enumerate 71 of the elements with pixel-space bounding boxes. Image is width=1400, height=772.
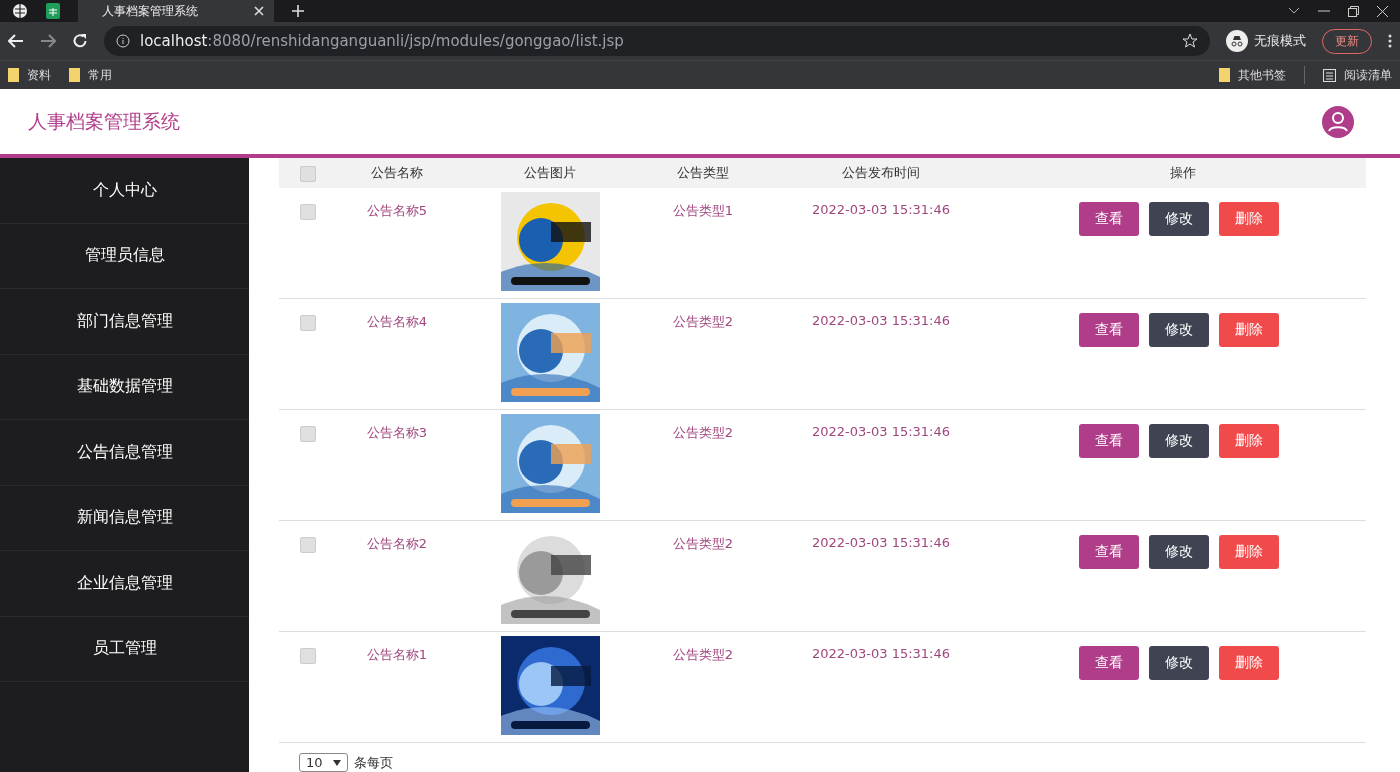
incognito-button[interactable]: 无痕模式 [1226, 30, 1306, 52]
table-cell: 公告名称1 [366, 646, 428, 664]
checkbox[interactable] [300, 166, 316, 182]
table-cell: 公告名称4 [366, 313, 428, 331]
table-cell: 公告类型1 [672, 202, 734, 220]
close-icon[interactable] [1377, 5, 1388, 17]
action-button[interactable]: 查看 [1079, 313, 1139, 347]
action-button[interactable]: 修改 [1149, 535, 1209, 569]
sheet-icon[interactable] [46, 3, 60, 19]
bookmark[interactable]: 常用 [69, 66, 112, 84]
folder-icon [1219, 68, 1230, 82]
table-cell: 公告类型2 [672, 535, 734, 553]
column-header: 公告发布时间 [842, 164, 920, 182]
table-cell: 2022-03-03 15:31:46 [811, 646, 951, 661]
plus-icon[interactable] [292, 5, 304, 17]
checkbox[interactable] [300, 426, 316, 442]
table-cell: 公告类型2 [672, 646, 734, 664]
forward-icon[interactable] [40, 34, 56, 48]
folder-icon [69, 68, 80, 82]
browser-tab[interactable]: 人事档案管理系统 [78, 0, 274, 22]
action-button[interactable]: 修改 [1149, 202, 1209, 236]
column-header: 公告类型 [677, 164, 729, 182]
info-icon [116, 34, 130, 48]
reload-icon[interactable] [72, 33, 88, 49]
app-title: 人事档案管理系统 [28, 108, 180, 134]
action-button[interactable]: 修改 [1149, 424, 1209, 458]
bookmark[interactable]: 资料 [8, 66, 51, 84]
column-header: 公告图片 [524, 164, 576, 182]
action-button[interactable]: 修改 [1149, 313, 1209, 347]
back-icon[interactable] [8, 34, 24, 48]
table-cell: 公告名称2 [366, 535, 428, 553]
chevron-icon[interactable] [1288, 7, 1300, 15]
caret-icon [332, 759, 341, 766]
table-cell: 2022-03-03 15:31:46 [811, 313, 951, 328]
action-button[interactable]: 删除 [1219, 424, 1279, 458]
action-button[interactable]: 查看 [1079, 202, 1139, 236]
avatar-icon[interactable] [1322, 105, 1354, 138]
restore-icon[interactable] [1348, 5, 1359, 17]
table-cell: 公告名称5 [366, 202, 428, 220]
checkbox[interactable] [300, 648, 316, 664]
list-icon [1323, 68, 1336, 82]
table-cell: 公告类型2 [672, 424, 734, 442]
checkbox[interactable] [300, 204, 316, 220]
action-button[interactable]: 查看 [1079, 646, 1139, 680]
table-cell: 2022-03-03 15:31:46 [811, 535, 951, 550]
table-cell: 公告类型2 [672, 313, 734, 331]
action-button[interactable]: 删除 [1219, 535, 1279, 569]
reading-list[interactable]: 阅读清单 [1323, 66, 1392, 84]
folder-icon [8, 68, 19, 82]
action-button[interactable]: 删除 [1219, 202, 1279, 236]
more-icon[interactable] [1388, 34, 1392, 48]
action-button[interactable]: 删除 [1219, 313, 1279, 347]
column-header: 公告名称 [371, 164, 423, 182]
checkbox[interactable] [300, 315, 316, 331]
action-button[interactable]: 查看 [1079, 424, 1139, 458]
page-size-select[interactable]: 10 [299, 753, 348, 772]
table-cell: 公告名称3 [366, 424, 428, 442]
page-size-label: 条每页 [353, 753, 393, 772]
globe-icon[interactable] [12, 3, 28, 19]
table-cell: 2022-03-03 15:31:46 [811, 424, 951, 439]
close-icon[interactable] [254, 6, 264, 16]
incognito-icon [1226, 30, 1248, 52]
other-bookmarks[interactable]: 其他书签 [1219, 66, 1286, 84]
column-header: 操作 [1169, 164, 1196, 182]
checkbox[interactable] [300, 537, 316, 553]
action-button[interactable]: 修改 [1149, 646, 1209, 680]
table-cell: 2022-03-03 15:31:46 [811, 202, 951, 217]
action-button[interactable]: 删除 [1219, 646, 1279, 680]
action-button[interactable]: 查看 [1079, 535, 1139, 569]
address-bar[interactable]: localhost:8080/renshidanganguanli/jsp/modules/gonggao/list.jsp [104, 26, 1210, 56]
star-icon[interactable] [1182, 33, 1198, 49]
